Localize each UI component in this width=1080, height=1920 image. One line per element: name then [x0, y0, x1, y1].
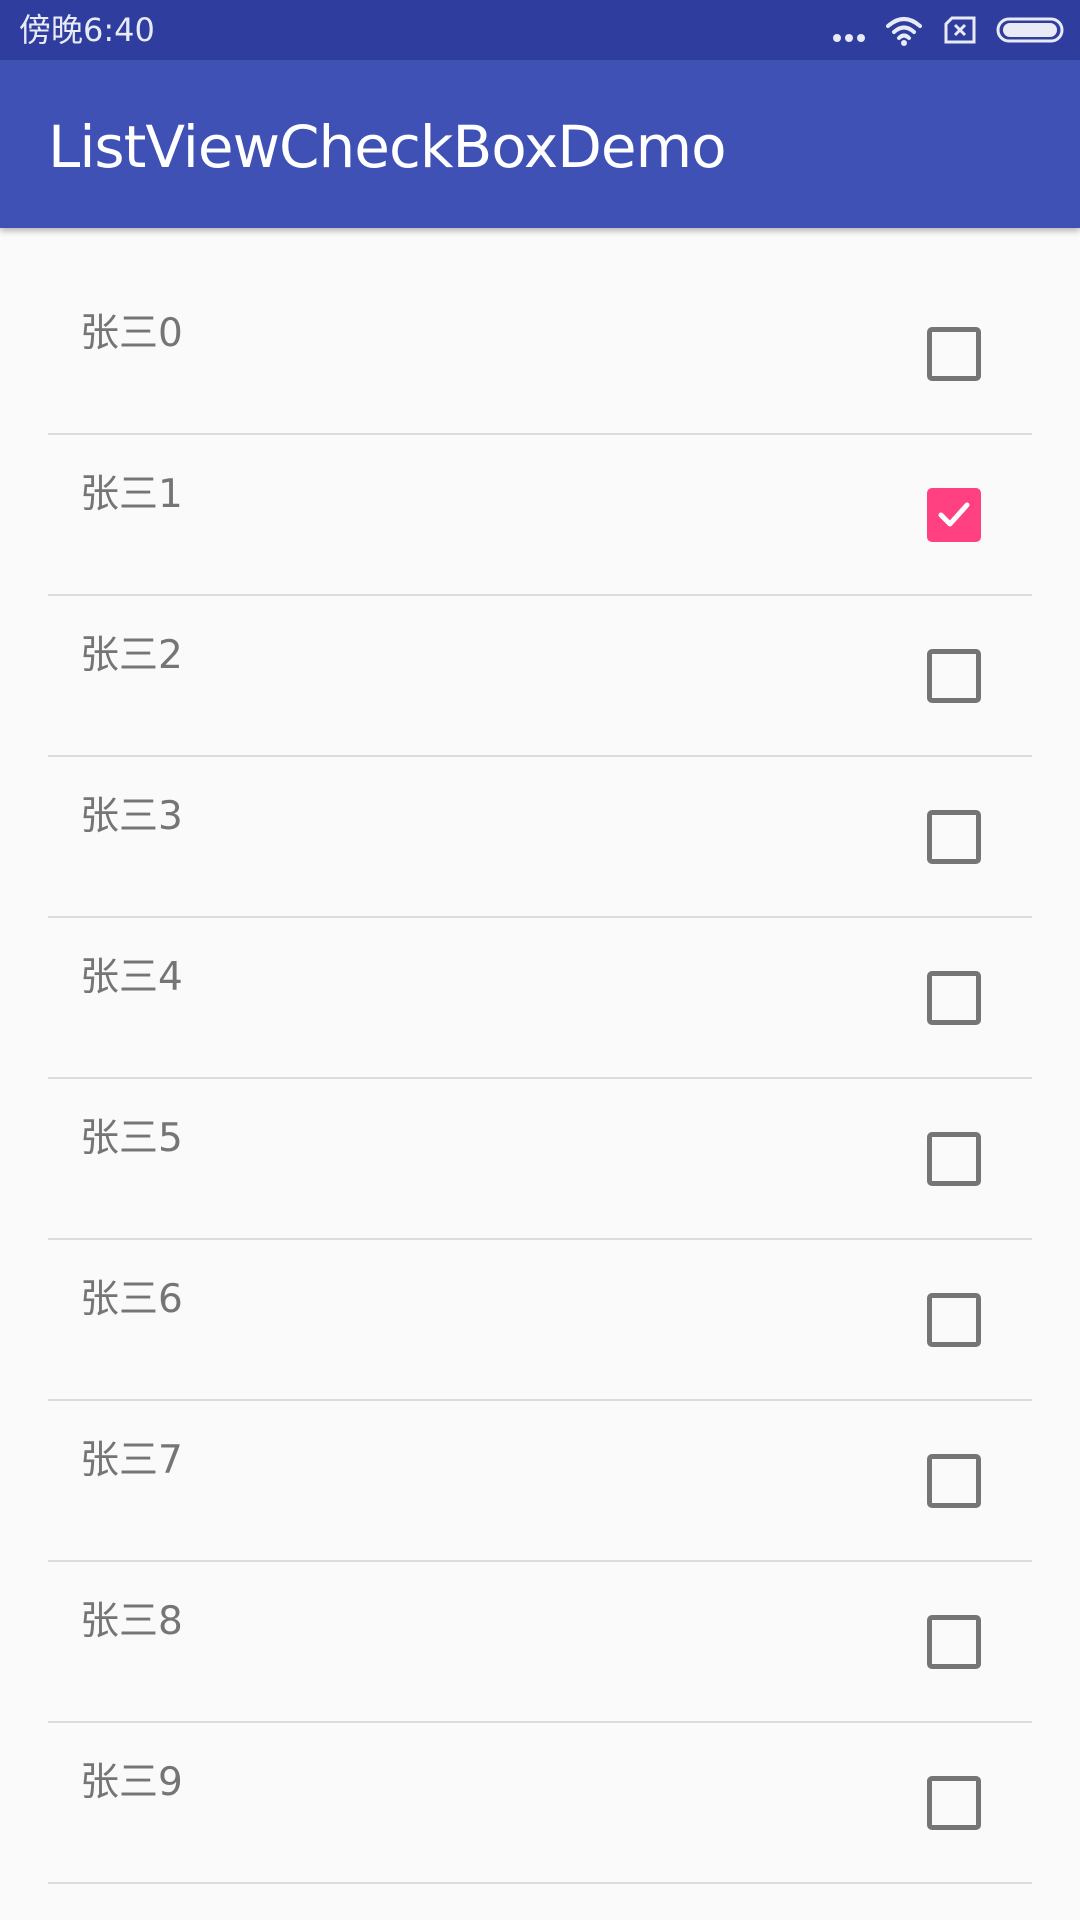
- list-item-label: 张三1: [80, 472, 183, 517]
- item-checkbox[interactable]: [927, 649, 981, 703]
- list-item[interactable]: 张三5: [48, 1079, 1032, 1240]
- list-item[interactable]: 张三9: [48, 1723, 1032, 1884]
- checkbox-list: 张三0 张三1 张三2 张三3 张三4 张三5 张三6 张三7 张三8 张三9: [0, 274, 1080, 1884]
- status-icons: [814, 10, 1066, 50]
- list-item[interactable]: 张三6: [48, 1240, 1032, 1401]
- item-checkbox[interactable]: [927, 488, 981, 542]
- list-item[interactable]: 张三0: [48, 274, 1032, 435]
- list-item-label: 张三4: [80, 955, 183, 1000]
- status-bar: 傍晚6:40: [0, 0, 1080, 60]
- item-checkbox[interactable]: [927, 971, 981, 1025]
- item-checkbox[interactable]: [927, 1615, 981, 1669]
- list-item[interactable]: 张三7: [48, 1401, 1032, 1562]
- list-item[interactable]: 张三1: [48, 435, 1032, 596]
- list-item[interactable]: 张三4: [48, 918, 1032, 1079]
- list-item-label: 张三6: [80, 1277, 183, 1322]
- status-time: 傍晚6:40: [19, 11, 155, 49]
- item-checkbox[interactable]: [927, 810, 981, 864]
- more-dots-icon: [832, 10, 866, 50]
- item-checkbox[interactable]: [927, 1454, 981, 1508]
- list-item[interactable]: 张三8: [48, 1562, 1032, 1723]
- item-checkbox[interactable]: [927, 327, 981, 381]
- list-item-label: 张三9: [80, 1760, 183, 1805]
- item-checkbox[interactable]: [927, 1776, 981, 1830]
- list-item-label: 张三7: [80, 1438, 183, 1483]
- item-checkbox[interactable]: [927, 1293, 981, 1347]
- list-item-label: 张三8: [80, 1599, 183, 1644]
- sim-icon: [942, 10, 978, 50]
- list-item-label: 张三3: [80, 794, 183, 839]
- screen: 傍晚6:40 ListViewCheckBoxDemo 张三0 张三1 张三2 …: [0, 0, 1080, 1920]
- check-icon: [938, 502, 970, 527]
- app-bar: ListViewCheckBoxDemo: [0, 60, 1080, 228]
- wifi-icon: [884, 10, 924, 50]
- battery-icon: [996, 10, 1066, 50]
- item-checkbox[interactable]: [927, 1132, 981, 1186]
- app-title: ListViewCheckBoxDemo: [48, 113, 727, 181]
- list-item-label: 张三0: [80, 311, 183, 356]
- list-item[interactable]: 张三3: [48, 757, 1032, 918]
- list-item-label: 张三5: [80, 1116, 183, 1161]
- list-item[interactable]: 张三2: [48, 596, 1032, 757]
- list-item-label: 张三2: [80, 633, 183, 678]
